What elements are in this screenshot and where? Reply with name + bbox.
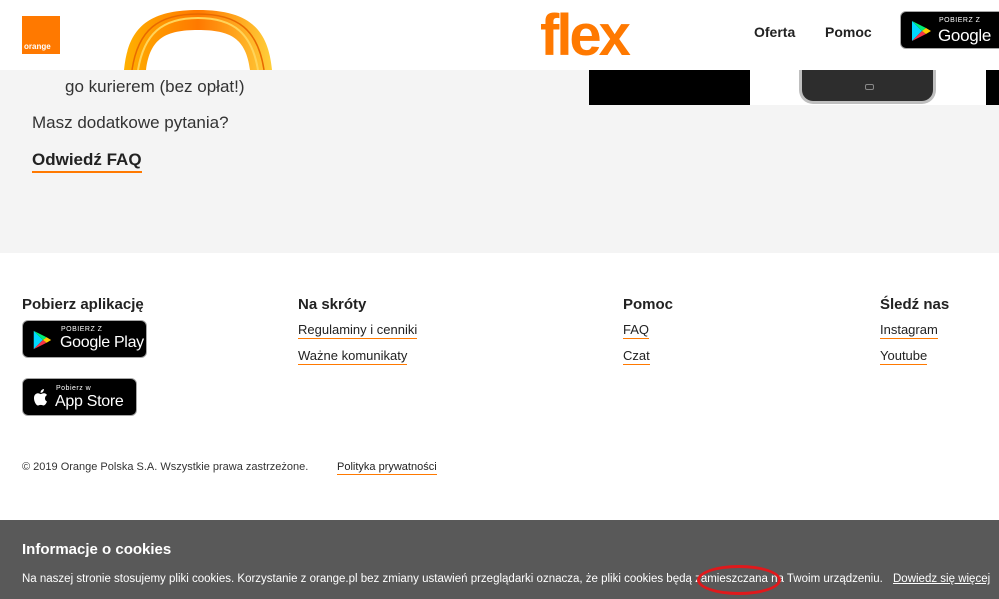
footer-link-chat[interactable]: Czat xyxy=(623,348,650,365)
google-play-icon xyxy=(33,330,52,350)
google-play-icon xyxy=(912,21,931,41)
red-annotation-ellipse xyxy=(697,565,781,595)
google-play-big-text: Google Play xyxy=(938,26,992,48)
footer-link-instagram[interactable]: Instagram xyxy=(880,322,938,339)
site-footer: Pobierz aplikację POBIERZ Z Google Play … xyxy=(0,253,999,520)
nav-oferta[interactable]: Oferta xyxy=(754,24,795,40)
main-content: go kurierem (bez opłat!) Masz dodatkowe … xyxy=(0,70,999,253)
promo-banner-left xyxy=(589,70,750,105)
footer-link-announcements[interactable]: Ważne komunikaty xyxy=(298,348,408,365)
privacy-policy-link[interactable]: Polityka prywatności xyxy=(337,461,437,475)
app-store-big-text: App Store xyxy=(55,393,124,410)
decorative-swirl-image xyxy=(124,10,272,70)
copyright-text: © 2019 Orange Polska S.A. Wszystkie praw… xyxy=(22,461,309,473)
footer-link-regulations[interactable]: Regulaminy i cenniki xyxy=(298,322,418,339)
question-text: Masz dodatkowe pytania? xyxy=(32,113,229,132)
phone-image xyxy=(799,70,936,104)
courier-text: go kurierem (bez opłat!) xyxy=(65,77,245,96)
promo-banner-right xyxy=(986,70,999,105)
footer-app-title: Pobierz aplikację xyxy=(22,296,144,313)
footer-link-faq[interactable]: FAQ xyxy=(623,322,650,339)
flex-logo[interactable]: flex xyxy=(540,2,631,69)
cookie-learn-more-link[interactable]: Dowiedz się więcej xyxy=(893,573,990,585)
footer-app-store-badge[interactable]: Pobierz w App Store xyxy=(22,378,137,416)
footer-shortcuts-title: Na skróty xyxy=(298,296,367,313)
footer-google-play-badge[interactable]: POBIERZ Z Google Play xyxy=(22,320,147,358)
footer-help-title: Pomoc xyxy=(623,296,674,313)
google-play-big-text: Google Play xyxy=(60,334,144,351)
cookie-title: Informacje o cookies xyxy=(22,541,172,558)
phone-home-button xyxy=(865,84,874,90)
orange-logo[interactable]: orange xyxy=(22,16,60,54)
site-header: orange flex Oferta Pomoc POBIERZ Z Googl… xyxy=(0,0,999,70)
faq-link[interactable]: Odwiedź FAQ xyxy=(32,150,142,173)
app-store-small-text: Pobierz w xyxy=(56,385,92,392)
google-play-small-text: POBIERZ Z xyxy=(61,326,103,333)
apple-icon xyxy=(34,389,47,406)
footer-follow-title: Śledź nas xyxy=(880,296,950,313)
header-google-play-badge[interactable]: POBIERZ Z Google Play xyxy=(900,11,999,49)
nav-pomoc[interactable]: Pomoc xyxy=(825,24,872,40)
orange-logo-text: orange xyxy=(24,42,51,51)
cookie-banner: Informacje o cookies Na naszej stronie s… xyxy=(0,520,999,599)
google-play-small-text: POBIERZ Z xyxy=(939,17,981,24)
footer-link-youtube[interactable]: Youtube xyxy=(880,348,928,365)
